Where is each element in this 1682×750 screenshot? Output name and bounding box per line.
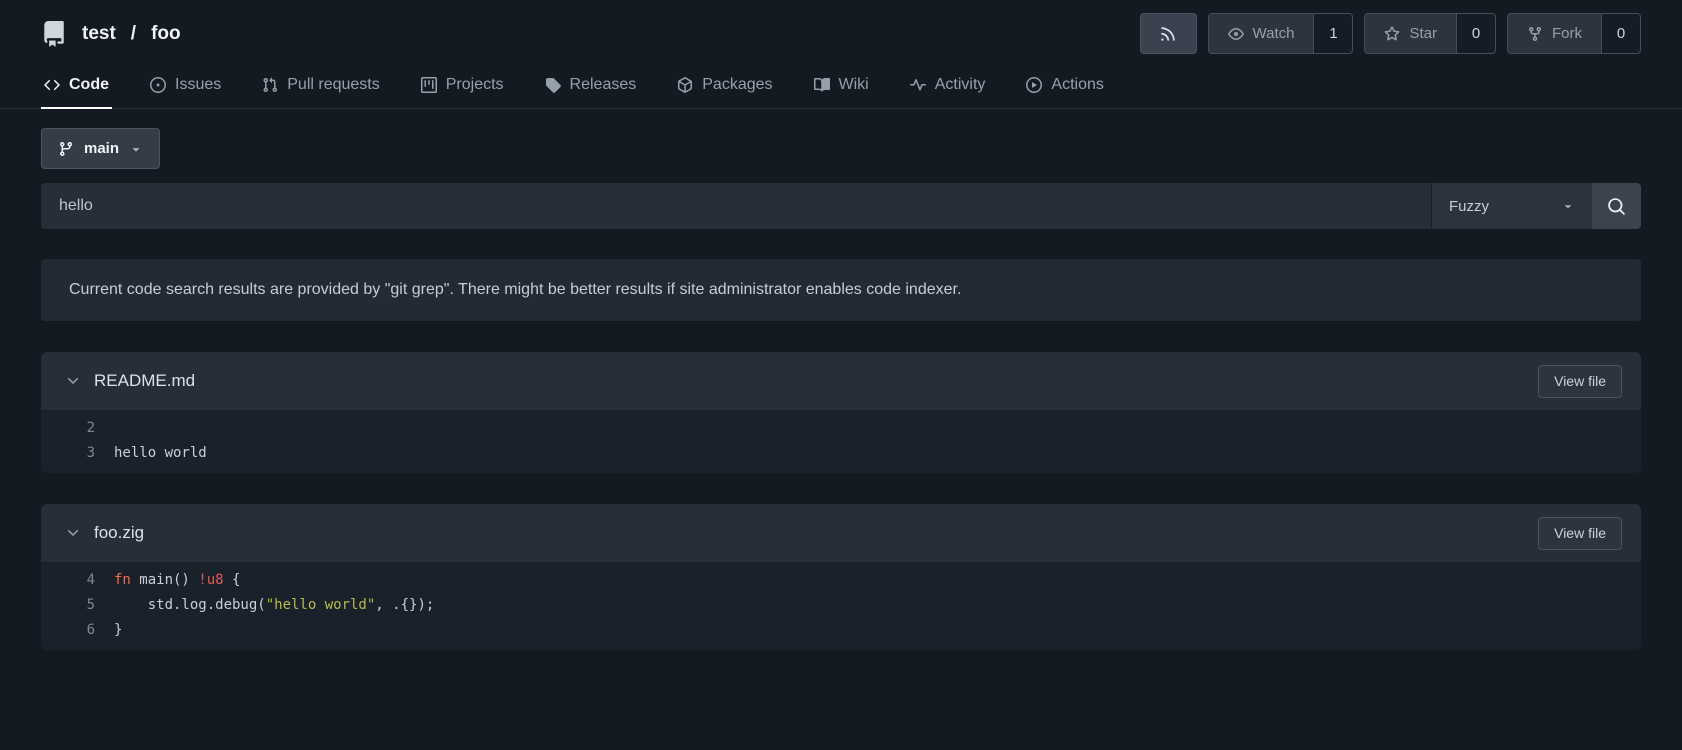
eye-icon <box>1227 26 1244 42</box>
view-file-button[interactable]: View file <box>1538 516 1622 550</box>
search-button[interactable] <box>1592 183 1641 229</box>
tab-code-label: Code <box>69 76 109 93</box>
search-icon <box>1607 197 1626 216</box>
tab-releases-label: Releases <box>569 76 637 93</box>
tab-packages[interactable]: Packages <box>674 66 775 109</box>
search-notice-text: Current code search results are provided… <box>69 281 962 298</box>
tab-projects-label: Projects <box>445 76 504 93</box>
watch-button-group: Watch 1 <box>1207 13 1354 54</box>
star-button-label: Star <box>1409 25 1437 42</box>
repo-tabs-bar: Code Issues Pull requests Projects Relea… <box>0 66 1682 109</box>
pull-request-icon <box>262 77 278 93</box>
code-line: 3 hello world <box>41 441 1641 466</box>
star-icon <box>1384 25 1400 42</box>
search-mode-select[interactable]: Fuzzy <box>1431 183 1592 229</box>
tab-issues[interactable]: Issues <box>147 66 224 109</box>
repo-actions: Watch 1 Star 0 Fork 0 <box>1139 13 1641 54</box>
line-number[interactable]: 3 <box>41 441 95 466</box>
line-content: hello world <box>114 445 207 461</box>
tab-pull-requests-label: Pull requests <box>287 76 380 93</box>
code-icon <box>44 77 60 93</box>
issue-opened-icon <box>150 77 166 93</box>
play-circle-icon <box>1026 77 1043 93</box>
project-board-icon <box>420 77 437 93</box>
tab-projects[interactable]: Projects <box>418 66 507 109</box>
tab-wiki[interactable]: Wiki <box>811 66 872 109</box>
repo-book-icon <box>41 20 67 47</box>
triangle-down-icon <box>1561 199 1575 213</box>
repo-title: test / foo <box>41 20 181 47</box>
rss-feed-button[interactable] <box>1139 13 1197 54</box>
code-line: 4 fn main() !u8 { <box>41 568 1641 593</box>
tab-issues-label: Issues <box>175 76 222 93</box>
star-button-group: Star 0 <box>1364 13 1496 54</box>
repo-owner-link[interactable]: test <box>82 23 116 45</box>
result-header: README.md View file <box>41 352 1641 410</box>
line-number[interactable]: 5 <box>41 593 95 618</box>
branch-name: main <box>84 140 120 157</box>
search-notice: Current code search results are provided… <box>41 259 1641 321</box>
line-number[interactable]: 6 <box>41 618 95 643</box>
chevron-down-icon[interactable] <box>65 525 81 541</box>
fork-button[interactable]: Fork <box>1508 14 1602 53</box>
chevron-down-icon[interactable] <box>65 373 81 389</box>
book-icon <box>813 77 830 93</box>
result-code-preview: 4 fn main() !u8 { 5 std.log.debug("hello… <box>41 562 1641 650</box>
rss-icon <box>1159 25 1177 43</box>
tab-actions-label: Actions <box>1051 76 1104 93</box>
result-header: foo.zig View file <box>41 504 1641 562</box>
tab-packages-label: Packages <box>702 76 773 93</box>
tag-icon <box>545 77 561 93</box>
fork-button-label: Fork <box>1552 25 1582 42</box>
tab-releases[interactable]: Releases <box>542 66 640 109</box>
line-content: std.log.debug("hello world", .{}); <box>114 597 435 613</box>
repo-name-link[interactable]: foo <box>151 23 181 45</box>
code-line: 5 std.log.debug("hello world", .{}); <box>41 593 1641 618</box>
result-filename[interactable]: README.md <box>94 371 195 391</box>
repo-header-section: test / foo Watch 1 Star 0 Fork 0 <box>0 13 1682 54</box>
result-filename[interactable]: foo.zig <box>94 523 144 543</box>
repo-header: test / foo Watch 1 Star 0 Fork 0 <box>41 13 1641 54</box>
fork-button-group: Fork 0 <box>1507 13 1641 54</box>
triangle-down-icon <box>129 142 143 156</box>
tab-activity[interactable]: Activity <box>907 66 989 109</box>
tab-code[interactable]: Code <box>41 66 112 109</box>
search-input[interactable] <box>41 183 1431 229</box>
line-content: } <box>114 622 123 638</box>
package-icon <box>677 77 693 93</box>
fork-count[interactable]: 0 <box>1602 14 1640 53</box>
tab-wiki-label: Wiki <box>838 76 869 93</box>
git-branch-icon <box>58 141 74 157</box>
tab-actions[interactable]: Actions <box>1023 66 1106 109</box>
search-mode-value: Fuzzy <box>1449 197 1490 215</box>
branch-selector[interactable]: main <box>41 128 161 169</box>
result-code-preview: 2 3 hello world <box>41 410 1641 473</box>
star-count[interactable]: 0 <box>1457 14 1495 53</box>
view-file-button[interactable]: View file <box>1538 364 1622 398</box>
line-content <box>95 416 114 441</box>
code-line: 2 <box>41 416 1641 441</box>
line-number[interactable]: 4 <box>41 568 95 593</box>
star-button[interactable]: Star <box>1365 14 1457 53</box>
line-number[interactable]: 2 <box>41 416 95 441</box>
tab-activity-label: Activity <box>934 76 986 93</box>
line-content: fn main() !u8 { <box>114 572 241 588</box>
search-result-foo-zig: foo.zig View file 4 fn main() !u8 { 5 st… <box>41 504 1641 650</box>
fork-icon <box>1527 26 1543 42</box>
pulse-icon <box>909 77 926 93</box>
watch-count[interactable]: 1 <box>1314 14 1352 53</box>
search-result-readme: README.md View file 2 3 hello world <box>41 352 1641 473</box>
repo-title-separator: / <box>130 22 137 44</box>
watch-button-label: Watch <box>1252 25 1295 42</box>
tab-pull-requests[interactable]: Pull requests <box>259 66 383 109</box>
watch-button[interactable]: Watch <box>1208 14 1315 53</box>
code-search-bar: Fuzzy <box>41 183 1641 229</box>
code-search-main: main Fuzzy Current code search results a… <box>0 109 1682 650</box>
code-line: 6 } <box>41 618 1641 643</box>
